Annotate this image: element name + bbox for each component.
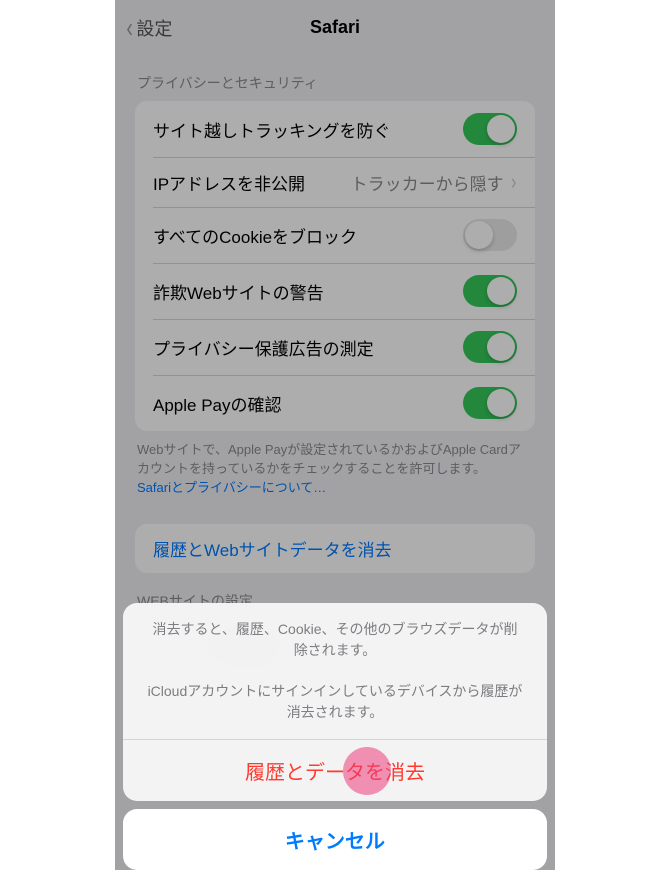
footer-link[interactable]: Safariとプライバシーについて… (137, 480, 326, 495)
row-value: トラッカーから隠す (351, 170, 504, 195)
row-clear-history[interactable]: 履歴とWebサイトデータを消去 (135, 524, 535, 573)
sheet-clear-button[interactable]: 履歴とデータを消去 (123, 740, 547, 801)
footer-text: Webサイトで、Apple Payが設定されているかおよびApple Cardア… (115, 431, 555, 502)
row-prevent-tracking[interactable]: サイト越しトラッキングを防ぐ (135, 101, 535, 157)
toggle-fraud-warning[interactable] (463, 275, 517, 307)
row-block-cookies[interactable]: すべてのCookieをブロック (135, 207, 535, 263)
nav-title: Safari (310, 17, 360, 38)
sheet-cancel-label: キャンセル (285, 831, 385, 853)
nav-bar: ‹ 設定 Safari (115, 0, 555, 55)
toggle-apple-pay[interactable] (463, 387, 517, 419)
row-label: サイト越しトラッキングを防ぐ (153, 117, 391, 142)
sheet-message-2: iCloudアカウントにサインインしているデバイスから履歴が消去されます。 (123, 677, 547, 739)
sheet-clear-label: 履歴とデータを消去 (245, 762, 425, 784)
sheet-group: 消去すると、履歴、Cookie、その他のブラウズデータが削除されます。 iClo… (123, 603, 547, 801)
settings-content: プライバシーとセキュリティ サイト越しトラッキングを防ぐ IPアドレスを非公開 … (115, 55, 555, 669)
row-privacy-ad[interactable]: プライバシー保護広告の測定 (135, 319, 535, 375)
toggle-block-cookies[interactable] (463, 219, 517, 251)
clear-history-list: 履歴とWebサイトデータを消去 (135, 524, 535, 573)
row-label: プライバシー保護広告の測定 (153, 335, 374, 360)
nav-back-label: 設定 (136, 15, 172, 41)
row-apple-pay[interactable]: Apple Payの確認 (135, 375, 535, 431)
section-privacy-header: プライバシーとセキュリティ (115, 55, 555, 101)
touch-indicator (343, 747, 391, 795)
row-fraud-warning[interactable]: 詐欺Webサイトの警告 (135, 263, 535, 319)
chevron-left-icon: ‹ (126, 14, 133, 42)
clear-history-label: 履歴とWebサイトデータを消去 (153, 536, 392, 561)
footer-desc: Webサイトで、Apple Payが設定されているかおよびApple Cardア… (137, 442, 521, 476)
row-hide-ip[interactable]: IPアドレスを非公開 トラッカーから隠す › (135, 157, 535, 207)
action-sheet: 消去すると、履歴、Cookie、その他のブラウズデータが削除されます。 iClo… (123, 603, 547, 870)
sheet-message-1: 消去すると、履歴、Cookie、その他のブラウズデータが削除されます。 (123, 603, 547, 677)
sheet-cancel-button[interactable]: キャンセル (123, 809, 547, 870)
nav-back-button[interactable]: ‹ 設定 (125, 14, 172, 42)
chevron-right-icon: › (511, 169, 516, 195)
privacy-list: サイト越しトラッキングを防ぐ IPアドレスを非公開 トラッカーから隠す › すべ… (135, 101, 535, 431)
row-label: 詐欺Webサイトの警告 (153, 279, 324, 304)
toggle-privacy-ad[interactable] (463, 331, 517, 363)
row-label: すべてのCookieをブロック (153, 223, 357, 248)
row-label: IPアドレスを非公開 (153, 170, 305, 195)
row-label: Apple Payの確認 (153, 391, 282, 416)
toggle-prevent-tracking[interactable] (463, 113, 517, 145)
